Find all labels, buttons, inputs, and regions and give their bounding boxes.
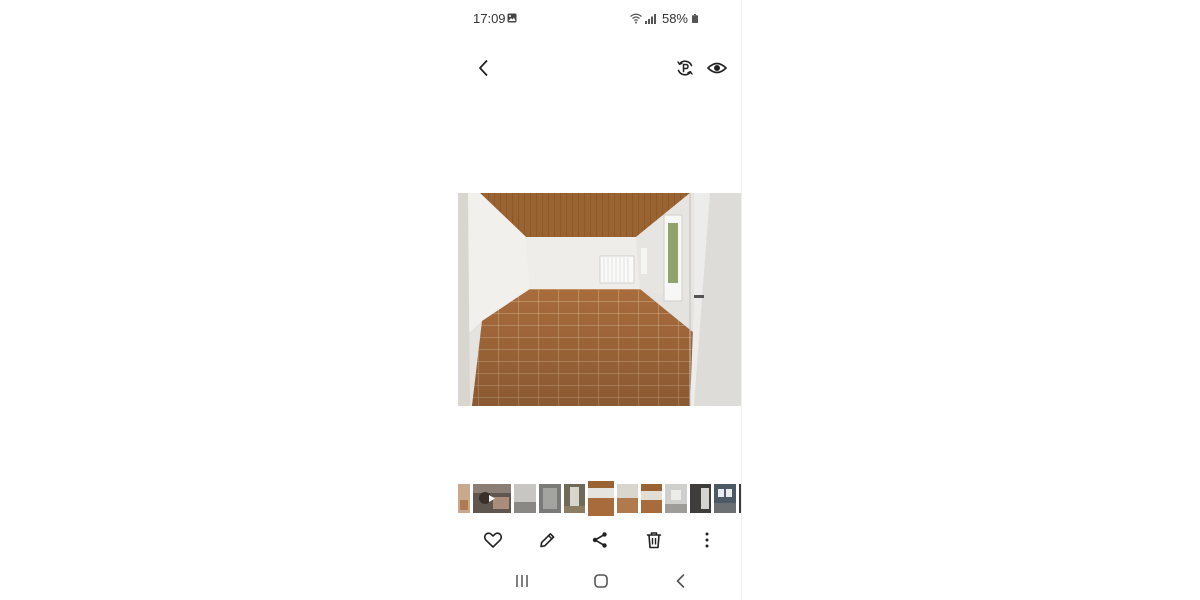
- room-photo-image: [458, 193, 742, 406]
- battery-icon: [692, 14, 698, 23]
- thumbnail[interactable]: [617, 484, 638, 513]
- back-icon[interactable]: [474, 58, 494, 78]
- share-icon[interactable]: [590, 530, 610, 550]
- thumbnail[interactable]: [690, 484, 711, 513]
- gallery-notification-icon: [507, 13, 517, 23]
- thumbnail[interactable]: [714, 484, 736, 513]
- battery-percent: 58%: [661, 11, 688, 26]
- favorite-icon[interactable]: [483, 530, 503, 550]
- thumbnail[interactable]: [473, 484, 511, 513]
- wifi-icon: [630, 13, 642, 24]
- thumbnail[interactable]: [641, 484, 662, 513]
- delete-icon[interactable]: [644, 530, 664, 550]
- status-icons: 58%: [630, 11, 698, 26]
- thumbnail[interactable]: [539, 484, 561, 513]
- status-bar: 17:09 58%: [458, 0, 742, 36]
- edit-icon[interactable]: [537, 530, 557, 550]
- gallery-viewer-screen: 17:09 58%: [458, 0, 742, 600]
- thumbnail-filmstrip: [458, 481, 742, 517]
- system-nav-bar: [458, 570, 742, 592]
- signal-icon: [644, 13, 657, 24]
- screen-edge: [741, 0, 742, 600]
- thumbnail[interactable]: [514, 484, 536, 513]
- thumbnail[interactable]: [665, 484, 687, 513]
- eye-icon[interactable]: [706, 58, 728, 78]
- more-options-icon[interactable]: [697, 530, 717, 550]
- back-nav-icon[interactable]: [672, 572, 690, 590]
- thumbnail-selected[interactable]: [588, 481, 614, 516]
- home-icon[interactable]: [592, 572, 610, 590]
- main-photo[interactable]: [458, 193, 742, 406]
- photo-action-bar: [458, 528, 742, 552]
- recents-icon[interactable]: [513, 572, 531, 590]
- thumbnail[interactable]: [564, 484, 585, 513]
- status-time: 17:09: [473, 11, 506, 26]
- thumbnail[interactable]: [458, 484, 470, 513]
- remaster-icon[interactable]: [675, 58, 695, 78]
